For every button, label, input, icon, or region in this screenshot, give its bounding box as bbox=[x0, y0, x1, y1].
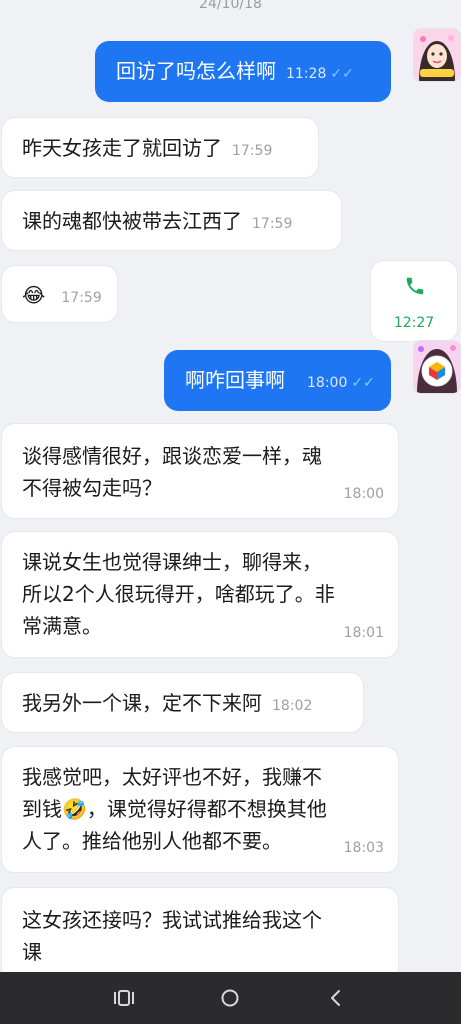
message-text: 啊咋回事啊 bbox=[185, 368, 285, 392]
message-text-line: 人了。推给他别人他都不要。 bbox=[22, 829, 282, 853]
message-text-line: 不得被勾走吗？ bbox=[22, 476, 162, 500]
message-time: 18:00 bbox=[307, 375, 348, 391]
avatar-girl-icon bbox=[414, 341, 460, 393]
avatar-girl-icon bbox=[414, 29, 460, 81]
message-text-line: 这女孩还接吗？我试试推给我这个 bbox=[22, 908, 322, 932]
message-text-line: 到钱🤣，课觉得好得都不想换其他 bbox=[22, 797, 327, 821]
message-incoming[interactable]: 课说女生也觉得课绅士，聊得来， 所以2个人很玩得开，啥都玩了。非 常满意。 18… bbox=[1, 531, 399, 658]
message-text: 我另外一个课，定不下来阿 bbox=[22, 691, 262, 715]
read-check-icon: ✓✓ bbox=[330, 66, 354, 82]
phone-icon bbox=[406, 277, 424, 295]
avatar[interactable] bbox=[413, 340, 461, 394]
message-text-line: 常满意。 bbox=[22, 614, 102, 638]
back-button[interactable] bbox=[306, 972, 366, 1024]
message-time: 18:03 bbox=[343, 840, 384, 856]
message-incoming[interactable]: 昨天女孩走了就回访了 17:59 bbox=[1, 117, 319, 178]
message-text-line: 所以2个人很玩得开，啥都玩了。非 bbox=[22, 582, 335, 606]
message-text-line: 我感觉吧，太好评也不好，我赚不 bbox=[22, 765, 322, 789]
message-outgoing[interactable]: 回访了吗怎么样啊 11:28 ✓✓ bbox=[95, 41, 391, 102]
recent-apps-icon bbox=[114, 990, 134, 1006]
date-header: 24/10/18 bbox=[199, 0, 262, 12]
home-button[interactable] bbox=[200, 972, 260, 1024]
message-text-line: 谈得感情很好，跟谈恋爱一样，魂 bbox=[22, 444, 322, 468]
message-time: 17:59 bbox=[232, 143, 273, 159]
read-check-icon: ✓✓ bbox=[351, 375, 375, 391]
message-time: 17:59 bbox=[61, 290, 102, 306]
message-time: 11:28 bbox=[286, 66, 327, 82]
recent-apps-button[interactable] bbox=[94, 972, 154, 1024]
message-incoming[interactable]: 谈得感情很好，跟谈恋爱一样，魂 不得被勾走吗？ 18:00 bbox=[1, 423, 399, 519]
message-incoming[interactable]: 我感觉吧，太好评也不好，我赚不 到钱🤣，课觉得好得都不想换其他 人了。推给他别人… bbox=[1, 746, 399, 873]
message-outgoing[interactable]: 啊咋回事啊 18:00 ✓✓ bbox=[164, 350, 391, 411]
system-navigation-bar bbox=[0, 972, 461, 1024]
call-record[interactable]: 12:27 bbox=[370, 260, 458, 342]
message-incoming[interactable]: 课的魂都快被带去江西了 17:59 bbox=[1, 190, 342, 251]
message-time: 18:00 bbox=[343, 486, 384, 502]
message-text-line: 课 bbox=[22, 940, 42, 964]
message-text-line: 课说女生也觉得课绅士，聊得来， bbox=[22, 550, 322, 574]
message-text: 昨天女孩走了就回访了 bbox=[22, 136, 222, 160]
message-text: 回访了吗怎么样啊 bbox=[116, 59, 276, 83]
home-icon bbox=[221, 989, 239, 1007]
message-time: 18:02 bbox=[272, 698, 313, 714]
message-incoming[interactable]: 😂 17:59 bbox=[1, 265, 118, 323]
message-text: 课的魂都快被带去江西了 bbox=[22, 209, 242, 233]
emoji-laugh: 😂 bbox=[22, 283, 46, 307]
message-time: 18:01 bbox=[343, 625, 384, 641]
avatar[interactable] bbox=[413, 28, 461, 82]
back-icon bbox=[331, 990, 340, 1006]
call-time: 12:27 bbox=[393, 315, 435, 331]
message-incoming[interactable]: 我另外一个课，定不下来阿 18:02 bbox=[1, 672, 364, 733]
message-time: 17:59 bbox=[252, 216, 293, 232]
